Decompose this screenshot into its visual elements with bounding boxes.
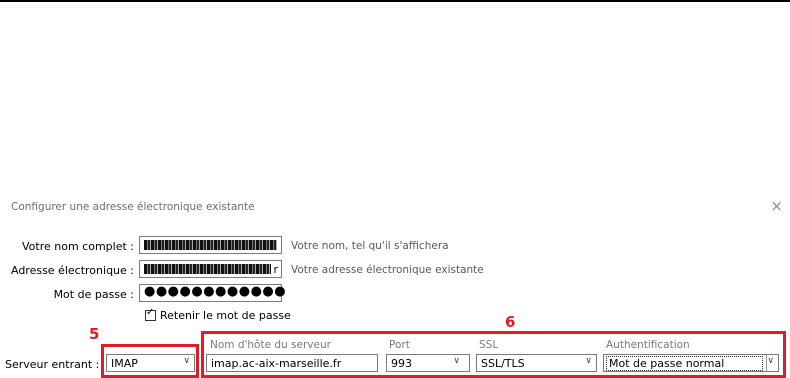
annotation-marker-5: 5 [89, 325, 100, 343]
remember-password-checkbox[interactable] [145, 307, 156, 321]
password-field[interactable]: ●●●●●●●●●●●● [139, 284, 286, 302]
email-suffix: r [273, 263, 278, 276]
top-border [0, 0, 790, 2]
full-name-field[interactable] [139, 236, 282, 254]
name-label: Votre nom complet : [22, 240, 134, 253]
redacted-value [144, 264, 271, 274]
password-label: Mot de passe : [53, 288, 134, 301]
annotation-marker-6: 6 [505, 313, 516, 331]
email-field[interactable]: r [139, 260, 282, 278]
incoming-server-label: Serveur entrant : [5, 358, 100, 371]
name-hint: Votre nom, tel qu'il s'affichera [291, 240, 449, 252]
close-icon[interactable]: × [770, 197, 783, 215]
email-hint: Votre adresse électronique existante [291, 264, 484, 276]
redacted-value [144, 240, 277, 250]
dialog-title: Configurer une adresse électronique exis… [11, 201, 255, 213]
email-label: Adresse électronique : [10, 264, 134, 277]
remember-password-label: Retenir le mot de passe [160, 309, 291, 322]
highlight-box-6 [201, 331, 786, 378]
